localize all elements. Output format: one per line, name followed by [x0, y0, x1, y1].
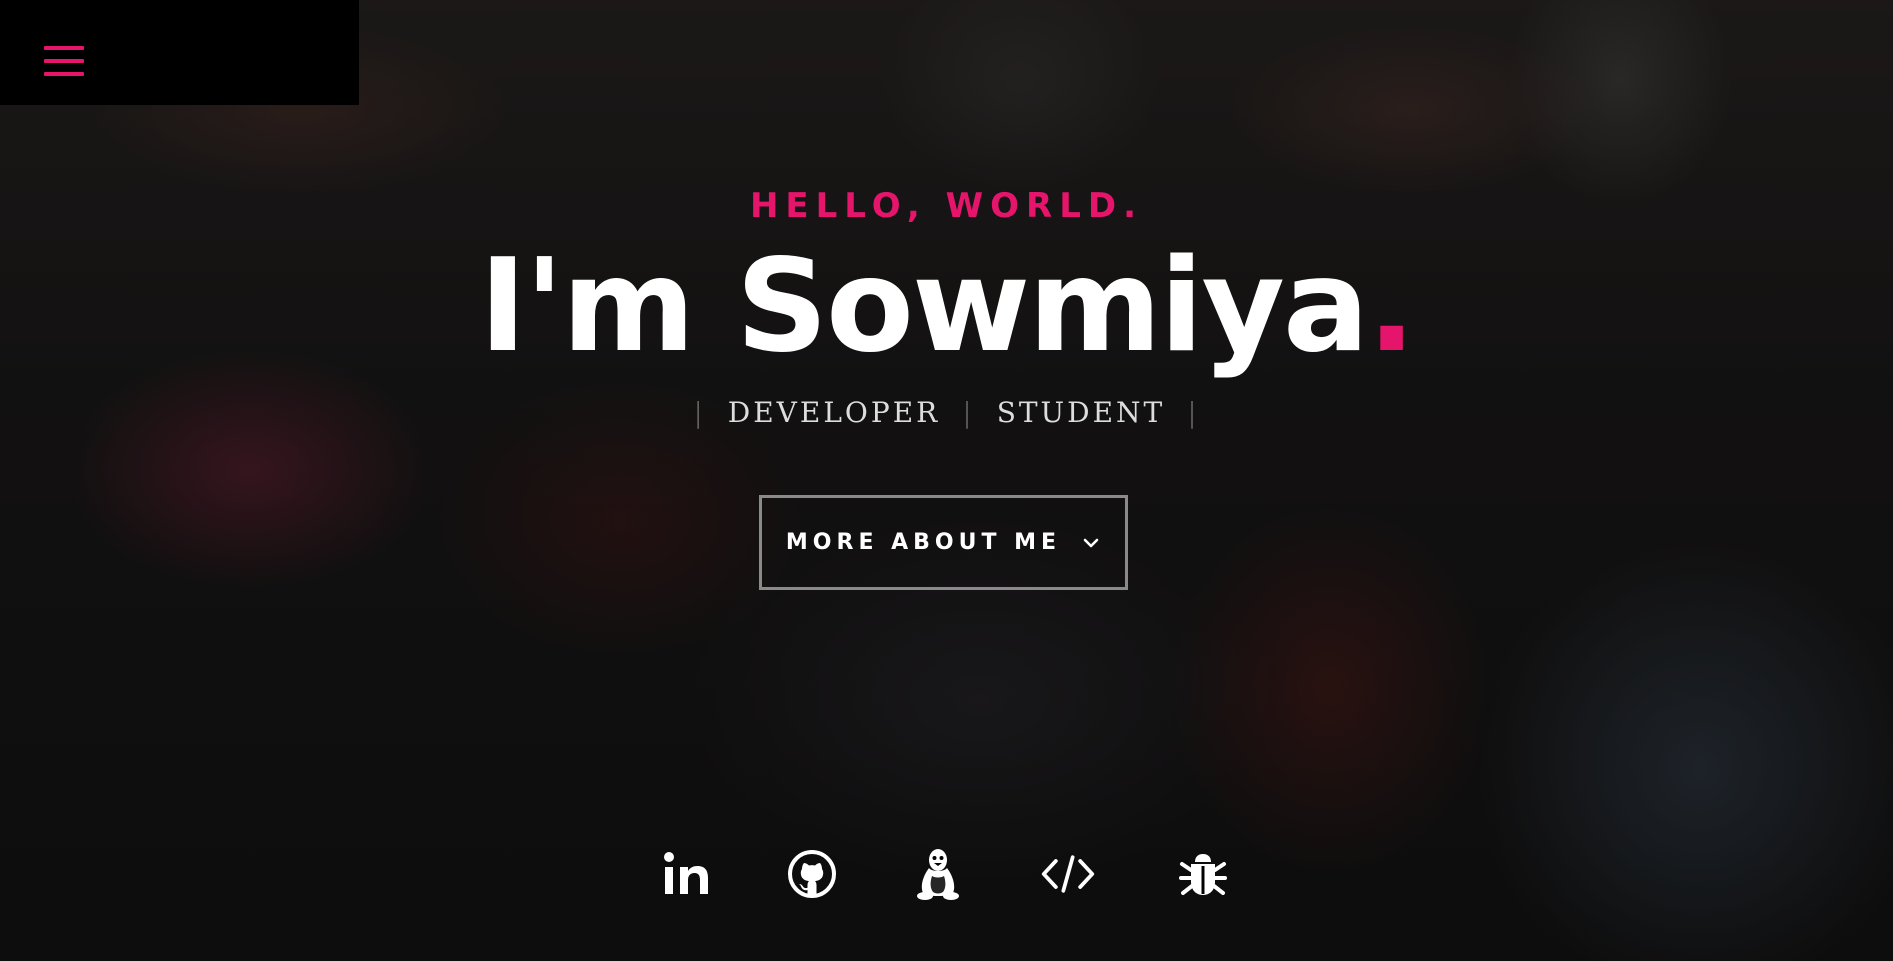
- linux-tux-icon[interactable]: [910, 846, 966, 902]
- social-links: [0, 846, 1893, 906]
- more-about-me-label: MORE ABOUT ME: [785, 530, 1062, 555]
- role-developer: DEVELOPER: [727, 396, 941, 429]
- chevron-down-icon: [1081, 533, 1101, 553]
- role-separator: |: [962, 396, 975, 429]
- greeting-text: HELLO, WORLD.: [749, 186, 1144, 226]
- hero-background: [0, 0, 1893, 961]
- hero-name-dot: .: [1367, 232, 1416, 381]
- role-separator: |: [1187, 396, 1200, 429]
- linkedin-icon[interactable]: [660, 846, 716, 902]
- top-menu-bar: [0, 0, 359, 105]
- hamburger-menu-icon[interactable]: [44, 44, 86, 78]
- github-icon[interactable]: [784, 846, 840, 902]
- more-about-me-button[interactable]: MORE ABOUT ME: [759, 495, 1128, 590]
- role-list: | DEVELOPER | STUDENT |: [0, 396, 1893, 429]
- role-separator: |: [693, 396, 706, 429]
- bug-icon[interactable]: [1175, 846, 1231, 902]
- role-student: STUDENT: [996, 396, 1166, 429]
- hero-overlay: [0, 0, 1893, 961]
- code-icon[interactable]: [1040, 846, 1096, 902]
- hero-name-text: I'm Sowmiya: [479, 232, 1369, 381]
- hero-name: I'm Sowmiya.: [0, 232, 1893, 382]
